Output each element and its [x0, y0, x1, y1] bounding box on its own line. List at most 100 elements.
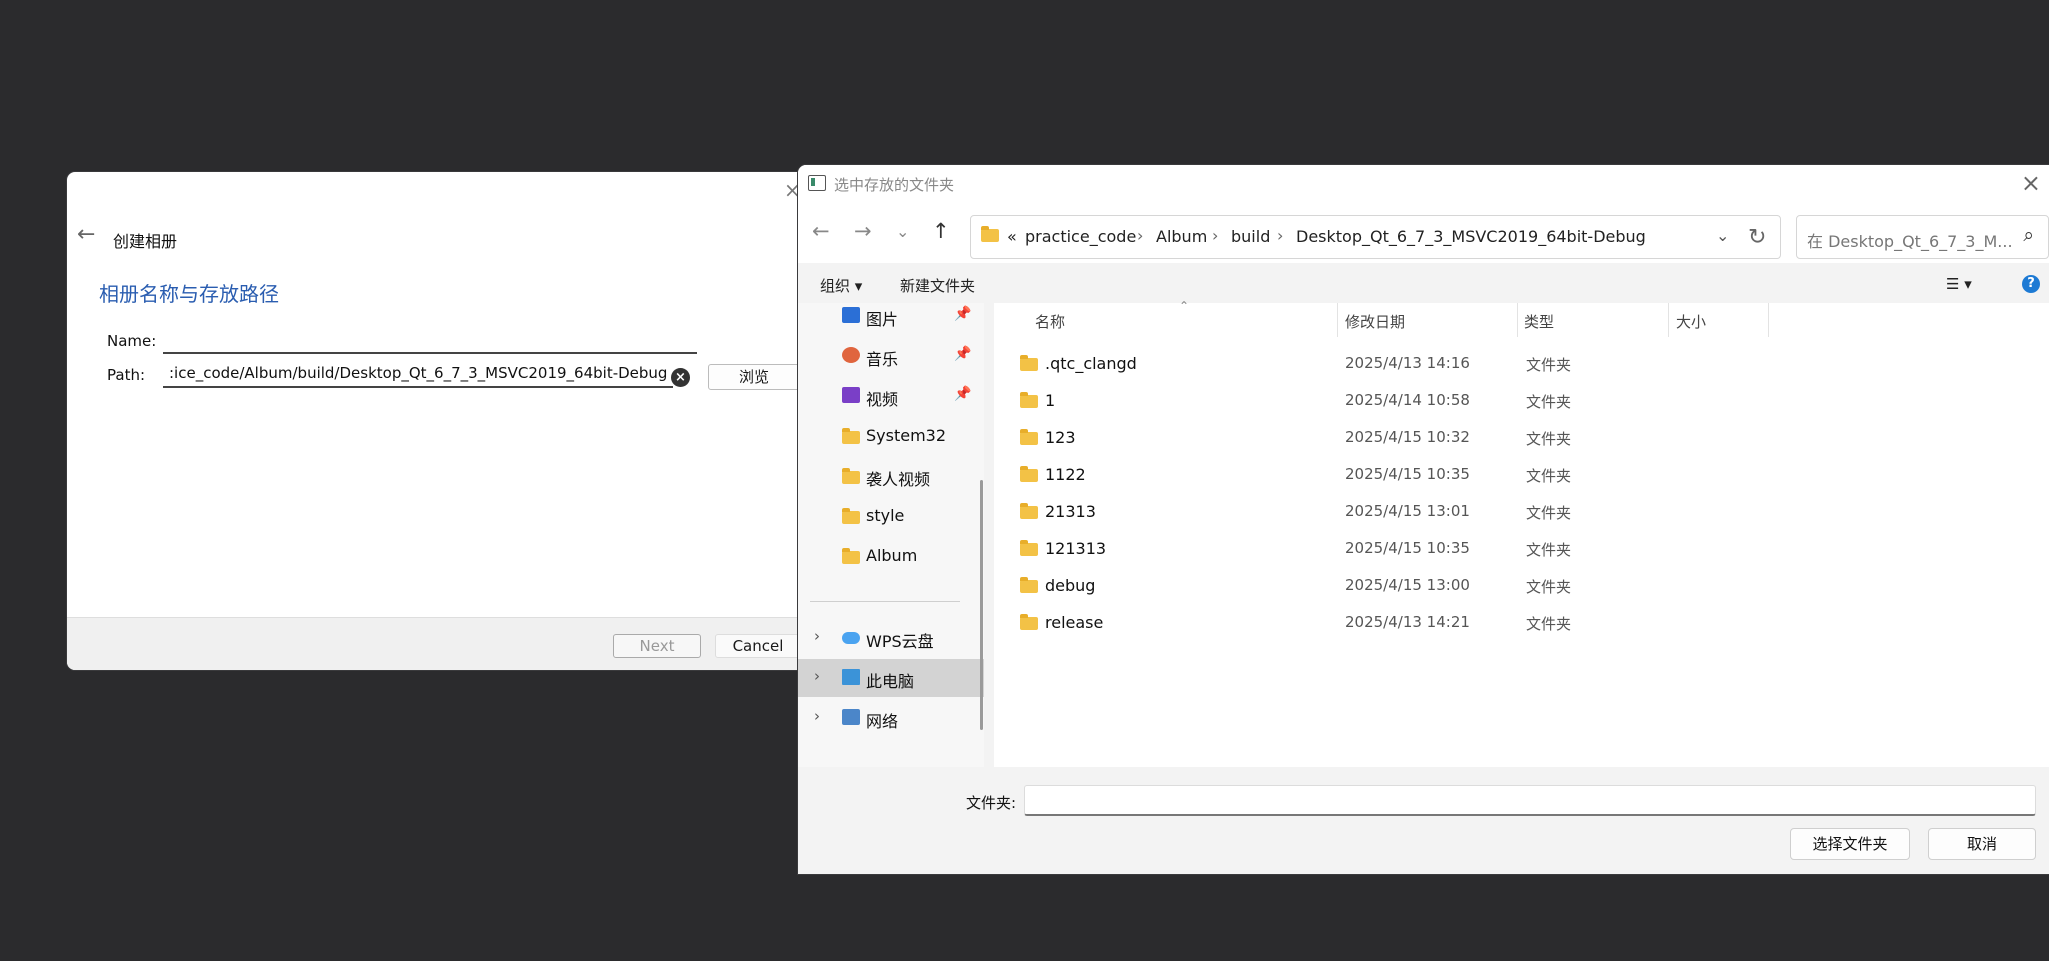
- sidebar-item-album[interactable]: Album: [798, 537, 984, 575]
- folder-icon: [842, 428, 860, 444]
- list-item[interactable]: 1 2025/4/14 10:58 文件夹: [994, 382, 2049, 419]
- column-divider[interactable]: [1668, 303, 1669, 337]
- up-arrow-icon[interactable]: ↑: [932, 219, 950, 243]
- file-type: 文件夹: [1526, 356, 1572, 374]
- back-arrow-icon[interactable]: ←: [77, 222, 95, 247]
- search-icon[interactable]: ⌕: [2023, 224, 2034, 246]
- file-name: release: [1045, 613, 1104, 632]
- sidebar-item-label: Album: [866, 546, 918, 565]
- view-options-icon[interactable]: ☰ ▾: [1946, 275, 1972, 293]
- chevron-down-icon[interactable]: ⌄: [1716, 226, 1729, 245]
- next-button[interactable]: Next: [613, 634, 701, 658]
- organize-menu[interactable]: 组织 ▾: [820, 275, 862, 296]
- address-bar[interactable]: « practice_code › Album › build › Deskto…: [970, 215, 1781, 259]
- column-header-name[interactable]: 名称: [1035, 311, 1065, 332]
- breadcrumb-overflow[interactable]: «: [1007, 227, 1017, 246]
- column-divider[interactable]: [1768, 303, 1769, 337]
- cancel-button[interactable]: Cancel: [715, 634, 801, 658]
- dialog-footer: 文件夹: 选择文件夹 取消: [798, 767, 2049, 874]
- folder-field-label: 文件夹:: [966, 794, 1017, 812]
- sidebar-item-label: 视频: [866, 390, 899, 409]
- list-item[interactable]: 121313 2025/4/15 10:35 文件夹: [994, 530, 2049, 567]
- folder-icon: [842, 548, 860, 564]
- list-item[interactable]: 1122 2025/4/15 10:35 文件夹: [994, 456, 2049, 493]
- wizard-footer: Next Cancel: [67, 617, 867, 670]
- forward-arrow-icon[interactable]: →: [854, 219, 872, 243]
- list-item[interactable]: 123 2025/4/15 10:32 文件夹: [994, 419, 2049, 456]
- file-type: 文件夹: [1526, 393, 1572, 411]
- browse-button[interactable]: 浏览: [708, 364, 800, 390]
- breadcrumb-build[interactable]: build: [1231, 227, 1270, 246]
- new-folder-button[interactable]: 新建文件夹: [900, 275, 975, 296]
- cloud-icon: [842, 632, 860, 644]
- sidebar-item-label: 袭人视频: [866, 470, 931, 489]
- help-icon[interactable]: ?: [2022, 275, 2040, 293]
- folder-name-input[interactable]: [1024, 785, 2036, 816]
- file-type: 文件夹: [1526, 615, 1572, 633]
- file-list: ⌃ 名称 修改日期 类型 大小 .qtc_clangd 2025/4/13 14…: [994, 299, 2049, 767]
- pin-icon[interactable]: 📌: [954, 386, 971, 402]
- command-bar: 组织 ▾ 新建文件夹 ☰ ▾ ?: [798, 263, 2049, 303]
- back-arrow-icon[interactable]: ←: [812, 219, 830, 243]
- sidebar-item-label: 此电脑: [866, 672, 915, 691]
- breadcrumb-current[interactable]: Desktop_Qt_6_7_3_MSVC2019_64bit-Debug: [1296, 227, 1646, 246]
- chevron-right-icon[interactable]: ›: [814, 627, 820, 645]
- file-type: 文件夹: [1526, 578, 1572, 596]
- column-header-size[interactable]: 大小: [1676, 311, 1706, 332]
- file-name: .qtc_clangd: [1045, 354, 1137, 373]
- sidebar-item-label: 网络: [866, 712, 899, 731]
- file-date: 2025/4/13 14:16: [1345, 354, 1470, 372]
- file-type: 文件夹: [1526, 504, 1572, 522]
- list-item[interactable]: debug 2025/4/15 13:00 文件夹: [994, 567, 2049, 604]
- chevron-right-icon[interactable]: ›: [814, 667, 820, 685]
- select-folder-dialog: 选中存放的文件夹 × ← → ⌄ ↑ « practice_code › Alb…: [798, 165, 2049, 874]
- column-divider[interactable]: [1337, 303, 1338, 337]
- search-input[interactable]: 在 Desktop_Qt_6_7_3_M...: [1807, 228, 2013, 252]
- folder-icon: [842, 468, 860, 484]
- sidebar-item-music[interactable]: 音乐 📌: [798, 337, 984, 375]
- cancel-button[interactable]: 取消: [1928, 828, 2036, 860]
- search-box[interactable]: 在 Desktop_Qt_6_7_3_M... ⌕: [1796, 215, 2049, 259]
- column-divider[interactable]: [1517, 303, 1518, 337]
- refresh-icon[interactable]: ↻: [1748, 225, 1766, 250]
- folder-icon: [981, 226, 999, 242]
- file-name: 1: [1045, 391, 1056, 410]
- videos-icon: [842, 387, 860, 403]
- app-icon: [808, 175, 826, 191]
- sidebar-scrollbar[interactable]: [980, 480, 983, 730]
- pin-icon[interactable]: 📌: [954, 346, 971, 362]
- list-item[interactable]: 21313 2025/4/15 13:01 文件夹: [994, 493, 2049, 530]
- sidebar-item-pictures[interactable]: 图片 📌: [798, 297, 984, 335]
- file-type: 文件夹: [1526, 541, 1572, 559]
- list-item[interactable]: .qtc_clangd 2025/4/13 14:16 文件夹: [994, 345, 2049, 382]
- folder-icon: [842, 508, 860, 524]
- sidebar-item-label: style: [866, 506, 905, 525]
- folder-icon: [1020, 429, 1038, 445]
- music-icon: [842, 347, 860, 363]
- sidebar-item-style[interactable]: style: [798, 497, 984, 535]
- chevron-right-icon[interactable]: ›: [814, 707, 820, 725]
- column-header-date[interactable]: 修改日期: [1345, 311, 1405, 332]
- sidebar-item-this-pc[interactable]: › 此电脑: [798, 659, 984, 697]
- file-date: 2025/4/13 14:21: [1345, 613, 1470, 631]
- pin-icon[interactable]: 📌: [954, 306, 971, 322]
- sidebar-item-folder[interactable]: 袭人视频: [798, 457, 984, 495]
- sidebar-item-system32[interactable]: System32: [798, 417, 984, 455]
- close-icon[interactable]: ×: [2021, 169, 2041, 197]
- dialog-title: 选中存放的文件夹: [834, 176, 955, 194]
- clear-icon[interactable]: ×: [671, 368, 690, 387]
- navigation-bar: ← → ⌄ ↑ « practice_code › Album › build …: [798, 203, 2049, 263]
- path-input[interactable]: :ice_code/Album/build/Desktop_Qt_6_7_3_M…: [163, 360, 673, 388]
- page-heading: 相册名称与存放路径: [99, 282, 279, 306]
- breadcrumb-practice-code[interactable]: practice_code: [1025, 227, 1136, 246]
- sidebar-item-network[interactable]: › 网络: [798, 699, 984, 737]
- file-date: 2025/4/15 13:01: [1345, 502, 1470, 520]
- sidebar-item-wps-cloud[interactable]: › WPS云盘: [798, 619, 984, 657]
- select-folder-button[interactable]: 选择文件夹: [1790, 828, 1910, 860]
- breadcrumb-album[interactable]: Album: [1156, 227, 1207, 246]
- recent-locations-icon[interactable]: ⌄: [896, 222, 909, 241]
- list-item[interactable]: release 2025/4/13 14:21 文件夹: [994, 604, 2049, 641]
- column-header-type[interactable]: 类型: [1524, 311, 1554, 332]
- sidebar-item-videos[interactable]: 视频 📌: [798, 377, 984, 415]
- name-input[interactable]: [163, 326, 697, 354]
